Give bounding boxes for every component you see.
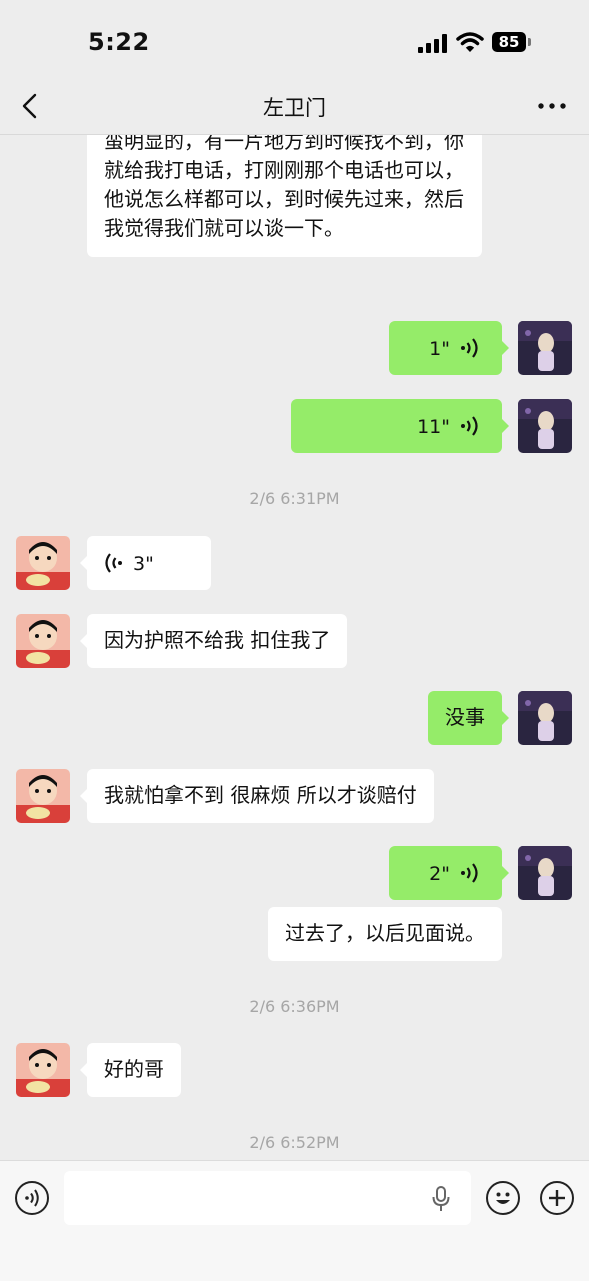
message-text: 我就怕拿不到 很麻烦 所以才谈赔付 [104, 783, 417, 807]
input-bar [0, 1160, 589, 1281]
message-text: 没事 [445, 705, 485, 729]
more-icon[interactable] [536, 92, 568, 120]
emoji-icon[interactable] [486, 1181, 520, 1215]
voice-message-outgoing[interactable]: 11" [291, 399, 509, 453]
voice-duration: 2" [429, 863, 450, 885]
my-avatar[interactable] [518, 846, 572, 900]
voice-message-outgoing[interactable]: 2" [389, 846, 509, 900]
status-bar: 5:22 85 [0, 0, 589, 80]
my-avatar[interactable] [518, 399, 572, 453]
contact-avatar[interactable] [16, 536, 70, 590]
voice-wave-icon [461, 338, 478, 358]
contact-avatar[interactable] [16, 614, 70, 668]
bubble-tail [502, 711, 509, 725]
voice-duration: 11" [417, 416, 450, 438]
bubble-tail [80, 556, 87, 570]
timestamp: 2/6 6:52PM [249, 1133, 340, 1152]
chat-area[interactable]: 蛮明显的，有一片地方到时候找不到，你就给我打电话，打刚刚那个电话也可以，他说怎么… [0, 135, 589, 1160]
message-bubble-incoming[interactable]: 蛮明显的，有一片地方到时候找不到，你就给我打电话，打刚刚那个电话也可以，他说怎么… [87, 135, 482, 257]
voice-duration: 3" [133, 553, 154, 575]
battery-cap [528, 38, 531, 46]
contact-avatar[interactable] [16, 769, 70, 823]
timestamp: 2/6 6:31PM [249, 489, 340, 508]
message-bubble-incoming[interactable]: 好的哥 [80, 1043, 181, 1097]
microphone-icon[interactable] [430, 1185, 452, 1213]
bubble-tail [502, 341, 509, 355]
voice-message-incoming[interactable]: 3" [80, 536, 211, 590]
message-input[interactable] [64, 1171, 471, 1225]
voice-duration: 1" [429, 338, 450, 360]
message-bubble-incoming[interactable]: 我就怕拿不到 很麻烦 所以才谈赔付 [80, 769, 434, 823]
voice-transcript[interactable]: 过去了，以后见面说。 [268, 907, 502, 961]
message-text: 好的哥 [104, 1057, 164, 1081]
message-text: 过去了，以后见面说。 [285, 921, 485, 945]
wifi-icon [456, 32, 484, 52]
my-avatar[interactable] [518, 691, 572, 745]
message-bubble-outgoing[interactable]: 没事 [428, 691, 509, 745]
nav-bar: 左卫门 [0, 80, 589, 135]
chat-title: 左卫门 [263, 96, 326, 120]
signal-icon [418, 34, 448, 53]
battery-icon: 85 [492, 32, 526, 52]
message-text: 蛮明显的，有一片地方到时候找不到，你就给我打电话，打刚刚那个电话也可以，他说怎么… [104, 135, 464, 240]
bubble-tail [502, 866, 509, 880]
bubble-tail [502, 419, 509, 433]
my-avatar[interactable] [518, 321, 572, 375]
bubble-tail [80, 789, 87, 803]
status-time: 5:22 [88, 28, 150, 56]
bubble-tail [80, 634, 87, 648]
contact-avatar[interactable] [16, 1043, 70, 1097]
plus-icon[interactable] [540, 1181, 574, 1215]
voice-wave-icon [461, 416, 478, 436]
timestamp: 2/6 6:36PM [249, 997, 340, 1016]
voice-mode-icon[interactable] [15, 1181, 49, 1215]
voice-message-outgoing[interactable]: 1" [389, 321, 509, 375]
voice-wave-icon [105, 553, 122, 573]
voice-wave-icon [461, 863, 478, 883]
bubble-tail [80, 1063, 87, 1077]
message-text: 因为护照不给我 扣住我了 [104, 628, 331, 652]
message-bubble-incoming[interactable]: 因为护照不给我 扣住我了 [80, 614, 348, 668]
